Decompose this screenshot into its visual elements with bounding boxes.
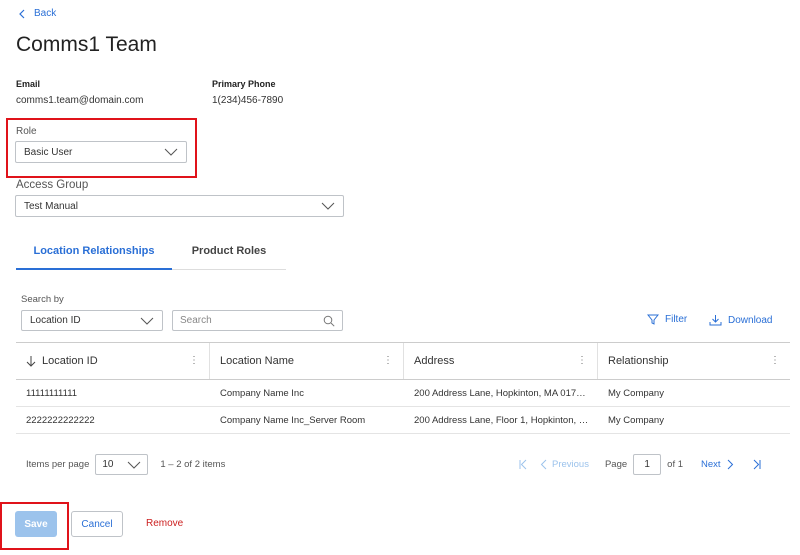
back-link[interactable]: Back (18, 8, 56, 19)
download-label: Download (728, 314, 773, 326)
role-label: Role (16, 126, 37, 137)
page-title: Comms1 Team (16, 33, 157, 56)
column-header-label: Relationship (608, 355, 669, 367)
chevron-left-icon (540, 459, 547, 470)
column-header-address[interactable]: Address ⋮ (404, 343, 598, 379)
download-button[interactable]: Download (709, 314, 772, 326)
tab-product-roles[interactable]: Product Roles (172, 245, 286, 257)
next-button[interactable]: Next (701, 459, 734, 470)
access-group-select[interactable]: Test Manual (15, 195, 344, 217)
column-menu-icon[interactable]: ⋮ (383, 356, 393, 366)
filter-label: Filter (665, 314, 688, 325)
tab-active-indicator (16, 268, 172, 270)
search-by-label: Search by (21, 294, 64, 305)
cell-address: 200 Address Lane, Floor 1, Hopkinton, … (414, 414, 589, 426)
next-label: Next (701, 459, 721, 470)
items-per-page-select[interactable]: 10 (95, 454, 149, 475)
last-page-icon[interactable] (752, 459, 762, 470)
phone-value: 1(234)456-7890 (212, 95, 284, 106)
email-label: Email (16, 79, 41, 89)
column-menu-icon[interactable]: ⋮ (577, 356, 587, 366)
role-select-value: Basic User (24, 146, 73, 158)
page-number-input[interactable]: 1 (633, 454, 662, 475)
cancel-button[interactable]: Cancel (71, 511, 123, 537)
chevron-down-icon (128, 461, 141, 469)
filter-icon (647, 314, 659, 325)
email-value: comms1.team@domain.com (16, 95, 144, 106)
phone-label: Primary Phone (212, 79, 276, 89)
chevron-down-icon (140, 317, 154, 325)
download-icon (709, 315, 722, 326)
access-group-select-value: Test Manual (24, 200, 78, 212)
cell-location-id: 11111111111 (26, 387, 78, 399)
cell-location-name: Company Name Inc (220, 387, 304, 399)
pager-right: Previous Page 1 of 1 Next (518, 454, 762, 475)
page-label: Page (604, 459, 628, 470)
search-input[interactable]: Search (172, 310, 343, 331)
column-header-location-id[interactable]: Location ID ⋮ (16, 343, 210, 379)
table-row[interactable]: 11111111111 Company Name Inc 200 Address… (16, 380, 790, 407)
chevron-down-icon (321, 202, 335, 210)
search-placeholder: Search (180, 315, 212, 326)
column-menu-icon[interactable]: ⋮ (189, 356, 199, 366)
search-by-select[interactable]: Location ID (21, 310, 163, 331)
column-menu-icon[interactable]: ⋮ (770, 356, 780, 366)
chevron-down-icon (164, 148, 178, 156)
table-row[interactable]: 2222222222222 Company Name Inc_Server Ro… (16, 407, 790, 434)
chevron-left-icon (19, 9, 25, 18)
cell-address: 200 Address Lane, Hopkinton, MA 017… (414, 387, 586, 399)
items-per-page-value: 10 (102, 459, 114, 470)
cell-relationship: My Company (608, 387, 664, 399)
pager-left: Items per page 10 1 – 2 of 2 items (26, 454, 225, 475)
filter-button[interactable]: Filter (647, 314, 687, 325)
cell-relationship: My Company (608, 414, 664, 426)
back-label: Back (34, 8, 57, 19)
sort-down-icon (26, 356, 36, 367)
first-page-icon[interactable] (518, 459, 528, 470)
previous-label: Previous (552, 459, 589, 470)
column-header-label: Location ID (42, 355, 98, 367)
previous-button[interactable]: Previous (540, 459, 589, 470)
cell-location-id: 2222222222222 (26, 414, 95, 426)
search-icon (323, 315, 335, 327)
column-header-label: Address (414, 355, 455, 367)
column-header-relationship[interactable]: Relationship ⋮ (598, 343, 790, 379)
role-select[interactable]: Basic User (15, 141, 187, 163)
table-header: Location ID ⋮ Location Name ⋮ Address ⋮ … (16, 342, 790, 380)
save-button[interactable]: Save (15, 511, 57, 537)
cell-location-name: Company Name Inc_Server Room (220, 414, 366, 426)
column-header-label: Location Name (220, 355, 294, 367)
range-text: 1 – 2 of 2 items (160, 459, 226, 470)
access-group-label: Access Group (16, 179, 89, 191)
items-per-page-label: Items per page (26, 459, 90, 470)
page-of-text: of 1 (667, 459, 684, 470)
column-header-location-name[interactable]: Location Name ⋮ (210, 343, 404, 379)
location-table: Location ID ⋮ Location Name ⋮ Address ⋮ … (16, 342, 790, 434)
chevron-right-icon (727, 459, 733, 470)
search-by-value: Location ID (30, 315, 81, 326)
tab-location-relationships[interactable]: Location Relationships (16, 245, 172, 257)
remove-button[interactable]: Remove (146, 518, 183, 529)
